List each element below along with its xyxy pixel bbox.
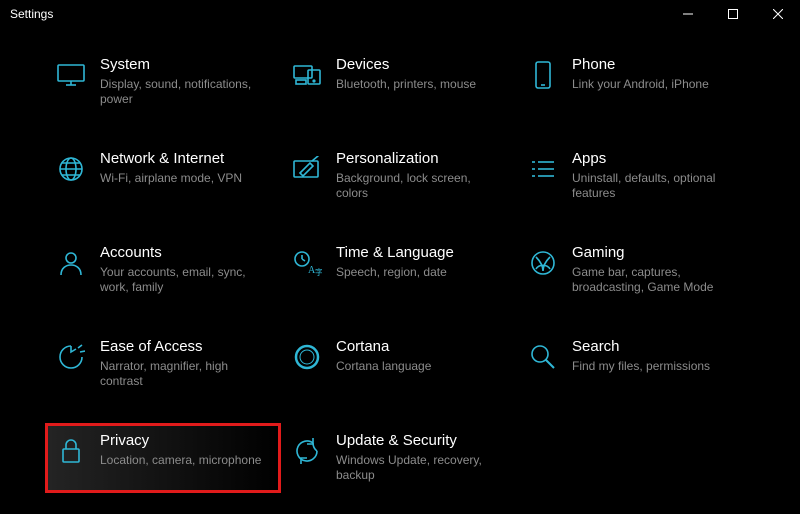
tile-title: Apps	[572, 150, 742, 169]
maximize-icon	[728, 9, 738, 19]
tile-desc: Windows Update, recovery, backup	[336, 453, 506, 484]
tile-desc: Game bar, captures, broadcasting, Game M…	[572, 265, 742, 296]
ease-of-access-icon	[54, 340, 88, 374]
tile-title: Personalization	[336, 150, 506, 169]
update-icon	[290, 434, 324, 468]
tile-title: Ease of Access	[100, 338, 270, 357]
tile-desc: Link your Android, iPhone	[572, 77, 709, 93]
title-bar: Settings	[0, 0, 800, 28]
tile-title: Accounts	[100, 244, 270, 263]
tile-accounts[interactable]: Accounts Your accounts, email, sync, work…	[48, 238, 278, 302]
system-icon	[54, 58, 88, 92]
maximize-button[interactable]	[710, 0, 755, 28]
tile-phone[interactable]: Phone Link your Android, iPhone	[520, 50, 750, 114]
phone-icon	[526, 58, 560, 92]
tile-title: Devices	[336, 56, 476, 75]
svg-text:字: 字	[315, 267, 322, 277]
search-icon	[526, 340, 560, 374]
tile-devices[interactable]: Devices Bluetooth, printers, mouse	[284, 50, 514, 114]
tile-desc: Find my files, permissions	[572, 359, 710, 375]
tile-desc: Background, lock screen, colors	[336, 171, 506, 202]
tile-apps[interactable]: Apps Uninstall, defaults, optional featur…	[520, 144, 750, 208]
lock-icon	[54, 434, 88, 468]
tile-desc: Wi-Fi, airplane mode, VPN	[100, 171, 242, 187]
tile-desc: Display, sound, notifications, power	[100, 77, 270, 108]
tile-time-language[interactable]: A字 Time & Language Speech, region, date	[284, 238, 514, 302]
tile-title: Search	[572, 338, 710, 357]
cortana-icon	[290, 340, 324, 374]
apps-icon	[526, 152, 560, 186]
tile-title: System	[100, 56, 270, 75]
settings-grid: System Display, sound, notifications, pow…	[48, 50, 760, 490]
tile-desc: Your accounts, email, sync, work, family	[100, 265, 270, 296]
tile-title: Network & Internet	[100, 150, 242, 169]
tile-cortana[interactable]: Cortana Cortana language	[284, 332, 514, 396]
tile-desc: Location, camera, microphone	[100, 453, 261, 469]
tile-desc: Narrator, magnifier, high contrast	[100, 359, 270, 390]
tile-system[interactable]: System Display, sound, notifications, pow…	[48, 50, 278, 114]
window-title: Settings	[10, 7, 53, 21]
tile-title: Update & Security	[336, 432, 506, 451]
tile-desc: Cortana language	[336, 359, 431, 375]
tile-title: Gaming	[572, 244, 742, 263]
tile-desc: Speech, region, date	[336, 265, 454, 281]
globe-icon	[54, 152, 88, 186]
close-icon	[773, 9, 783, 19]
window-controls	[665, 0, 800, 28]
time-language-icon: A字	[290, 246, 324, 280]
tile-desc: Uninstall, defaults, optional features	[572, 171, 742, 202]
close-button[interactable]	[755, 0, 800, 28]
tile-title: Time & Language	[336, 244, 454, 263]
tile-network[interactable]: Network & Internet Wi-Fi, airplane mode, …	[48, 144, 278, 208]
tile-title: Privacy	[100, 432, 261, 451]
tile-personalization[interactable]: Personalization Background, lock screen, …	[284, 144, 514, 208]
tile-gaming[interactable]: Gaming Game bar, captures, broadcasting, …	[520, 238, 750, 302]
tile-update-security[interactable]: Update & Security Windows Update, recover…	[284, 426, 514, 490]
minimize-icon	[683, 9, 693, 19]
person-icon	[54, 246, 88, 280]
tile-title: Phone	[572, 56, 709, 75]
tile-search[interactable]: Search Find my files, permissions	[520, 332, 750, 396]
tile-desc: Bluetooth, printers, mouse	[336, 77, 476, 93]
tile-privacy[interactable]: Privacy Location, camera, microphone	[48, 426, 278, 490]
brush-icon	[290, 152, 324, 186]
tile-title: Cortana	[336, 338, 431, 357]
devices-icon	[290, 58, 324, 92]
minimize-button[interactable]	[665, 0, 710, 28]
tile-ease-of-access[interactable]: Ease of Access Narrator, magnifier, high …	[48, 332, 278, 396]
xbox-icon	[526, 246, 560, 280]
